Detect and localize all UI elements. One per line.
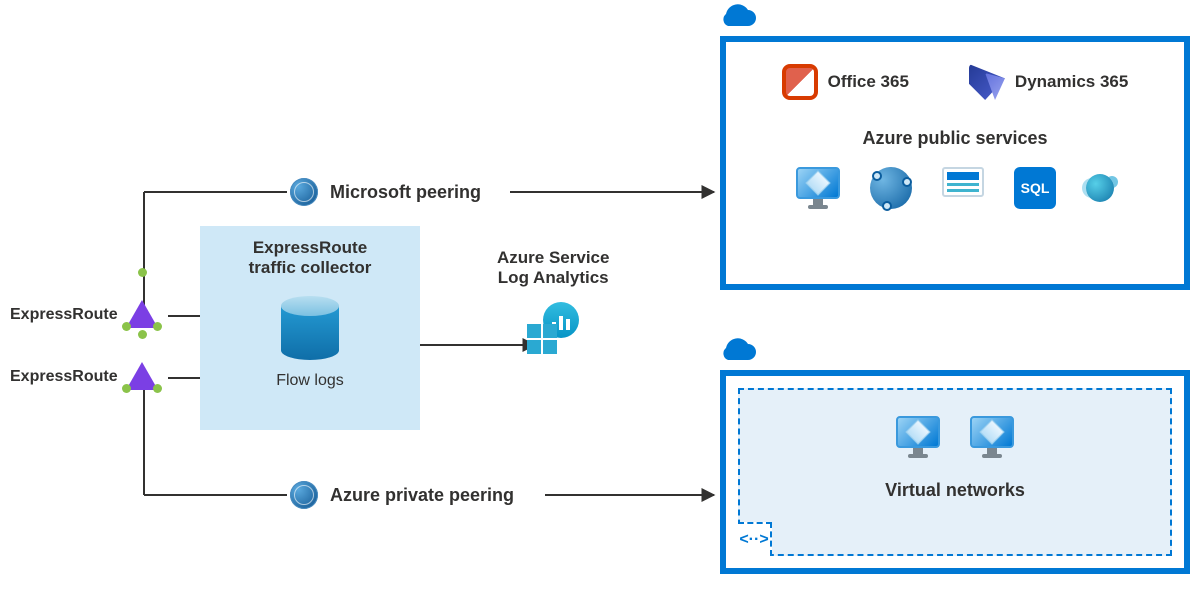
- azure-sql-icon: SQL: [1014, 167, 1056, 209]
- public-services-title: Azure public services: [726, 128, 1184, 149]
- office-365-item: Office 365: [782, 64, 909, 100]
- public-services-panel: Office 365 Dynamics 365 Azure public ser…: [720, 36, 1190, 290]
- expressroute-1-label: ExpressRoute: [10, 306, 118, 324]
- public-services-icons: SQL: [726, 167, 1184, 209]
- private-peering-row: Azure private peering: [290, 481, 514, 509]
- vnet-tag-icon: <··>: [738, 522, 772, 556]
- log-analytics-block: Azure Service Log Analytics: [497, 248, 609, 354]
- dynamics-365-item: Dynamics 365: [969, 64, 1128, 100]
- private-peering-icon: [290, 481, 318, 509]
- flow-logs-db-icon: [281, 296, 339, 360]
- azure-webapp-icon: [942, 167, 984, 197]
- private-peering-label: Azure private peering: [330, 485, 514, 506]
- expressroute-2-label: ExpressRoute: [10, 368, 118, 386]
- traffic-collector-box: ExpressRoute traffic collector Flow logs: [200, 226, 420, 430]
- expressroute-1-icon: [126, 300, 158, 328]
- cloud-icon-top: [718, 4, 758, 37]
- virtual-networks-inner: Virtual networks <··>: [738, 388, 1172, 556]
- expressroute-2-icon: [126, 362, 158, 390]
- azure-cosmos-icon: [1086, 174, 1114, 202]
- traffic-collector-title: ExpressRoute traffic collector: [200, 238, 420, 278]
- vm-icon: [896, 416, 940, 458]
- cloud-icon-bottom: [718, 338, 758, 371]
- ms-peering-row: Microsoft peering: [290, 178, 481, 206]
- log-analytics-icon: [527, 302, 579, 354]
- azure-app-nodes-icon: [870, 167, 912, 209]
- ms-peering-icon: [290, 178, 318, 206]
- ms-peering-label: Microsoft peering: [330, 182, 481, 203]
- azure-monitor-icon: [796, 167, 840, 209]
- flow-logs-label: Flow logs: [200, 372, 420, 390]
- dynamics-365-icon: [969, 64, 1005, 100]
- virtual-networks-title: Virtual networks: [740, 480, 1170, 501]
- log-analytics-title: Azure Service Log Analytics: [497, 248, 609, 288]
- virtual-networks-panel: Virtual networks <··>: [720, 370, 1190, 574]
- office-365-icon: [782, 64, 818, 100]
- vm-icon: [970, 416, 1014, 458]
